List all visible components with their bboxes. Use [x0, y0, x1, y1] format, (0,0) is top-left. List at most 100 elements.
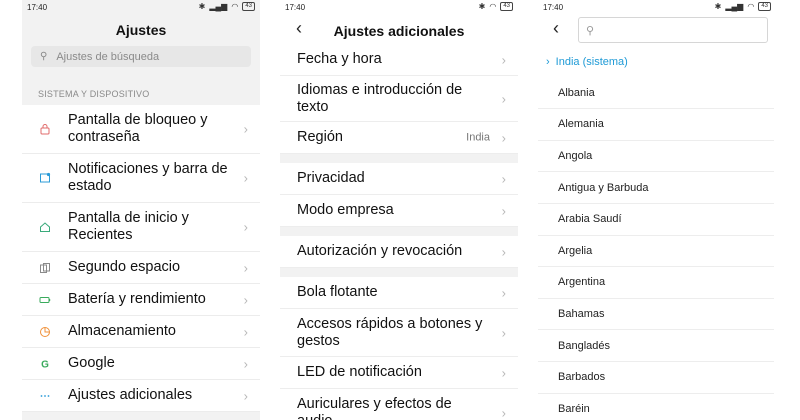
signal-icon: ▂▄▆ [725, 2, 744, 11]
settings-item[interactable]: Pantalla de bloqueo y contraseña › [22, 105, 260, 154]
country-label: Albania [558, 86, 595, 99]
country-label: Alemania [558, 118, 604, 131]
status-time: 17:40 [543, 3, 564, 12]
country-item[interactable]: Bahamas [538, 299, 774, 331]
additional-settings-item-label: LED de notificación [297, 364, 422, 380]
chevron-right-icon: › [501, 171, 506, 186]
additional-settings-item[interactable]: Bola flotante › [280, 277, 518, 309]
page-title: Ajustes [115, 22, 167, 38]
country-label: Angola [558, 150, 593, 163]
chevron-right-icon: › [501, 325, 506, 340]
chevron-right-icon: › [501, 130, 506, 145]
chevron-right-icon: › [501, 365, 506, 380]
additional-settings-item[interactable]: Privacidad › [280, 163, 518, 195]
chevron-right-icon: › [243, 292, 248, 307]
search-icon: ⚲ [40, 51, 48, 62]
additional-settings-list: Fecha y hora › Idiomas e introducción de t… [280, 44, 518, 420]
additional-settings-item-label: Idiomas e introducción de texto [297, 81, 463, 115]
divider [22, 67, 260, 79]
search-icon: ⚲ [586, 24, 595, 37]
country-label: Arabia Saudí [558, 213, 622, 226]
storage-icon [39, 326, 51, 338]
country-item[interactable]: Argelia [538, 236, 774, 268]
battery-icon: 43 [500, 2, 513, 11]
settings-item-label: Segundo espacio [68, 259, 181, 275]
group-divider [280, 154, 518, 163]
country-item[interactable]: Alemania [538, 109, 774, 141]
lock-icon [39, 123, 51, 135]
region-screen: 17:40 ✱ ▂▄▆ ◠ 43 ‹ ⚲ › India (sistema) A… [538, 0, 776, 420]
additional-settings-item-label: Fecha y hora [297, 51, 382, 67]
settings-item-label: Almacenamiento [68, 323, 176, 339]
country-item[interactable]: Bangladés [538, 330, 774, 362]
settings-item[interactable]: Pantalla de inicio y Recientes › [22, 203, 260, 252]
country-item[interactable]: Argentina [538, 267, 774, 299]
search-input[interactable]: ⚲ Ajustes de búsqueda [31, 46, 251, 67]
selected-region[interactable]: › India (sistema) [538, 46, 774, 78]
battery-icon: 43 [758, 2, 771, 11]
settings-item-label: Pantalla de bloqueo y contraseña [68, 112, 208, 145]
selected-region-label: India (sistema) [555, 55, 628, 68]
settings-list: Pantalla de bloqueo y contraseña › Notific… [22, 105, 260, 412]
chevron-right-icon: › [501, 91, 506, 106]
chevron-right-icon: › [243, 356, 248, 371]
country-item[interactable]: Antigua y Barbuda [538, 172, 774, 204]
country-item[interactable]: Albania [538, 78, 774, 110]
additional-settings-item-label: Región [297, 129, 343, 145]
country-item[interactable]: Angola [538, 141, 774, 173]
additional-settings-item-label: Auriculares y efectos de audio [297, 395, 452, 420]
additional-settings-item-label: Accesos rápidos a botones y gestos [297, 315, 483, 349]
settings-item[interactable]: Almacenamiento › [22, 316, 260, 348]
bluetooth-icon: ✱ [478, 2, 486, 11]
additional-settings-item[interactable]: Accesos rápidos a botones y gestos › [280, 309, 518, 357]
settings-item[interactable]: G Google › [22, 348, 260, 380]
additional-settings-item-label: Autorización y revocación [297, 243, 463, 259]
more-icon [39, 390, 51, 402]
signal-icon: ▂▄▆ [209, 2, 228, 11]
chevron-right-icon: › [501, 244, 506, 259]
search-input[interactable]: ⚲ [578, 17, 768, 43]
additional-settings-item[interactable]: Región India › [280, 122, 518, 154]
chevron-right-icon: › [546, 55, 550, 68]
chevron-right-icon: › [501, 52, 506, 67]
settings-item[interactable]: Ajustes adicionales › [22, 380, 260, 412]
additional-settings-item[interactable]: Auriculares y efectos de audio › [280, 389, 518, 420]
chevron-right-icon: › [243, 260, 248, 275]
back-icon[interactable]: ‹ [553, 18, 559, 39]
settings-item-label: Ajustes adicionales [68, 387, 193, 403]
region-value: India [466, 131, 490, 143]
settings-item[interactable]: Notificaciones y barra de estado › [22, 154, 260, 203]
country-item[interactable]: Barbados [538, 362, 774, 394]
second-space-icon [39, 262, 51, 274]
wifi-icon: ◠ [231, 2, 239, 11]
chevron-right-icon: › [501, 405, 506, 420]
status-time: 17:40 [27, 3, 48, 12]
status-icons: ✱ ◠ 43 [479, 2, 513, 11]
header: ‹ ⚲ [538, 16, 776, 46]
chevron-right-icon: › [243, 388, 248, 403]
additional-settings-item-label: Bola flotante [297, 284, 378, 300]
chevron-right-icon: › [501, 203, 506, 218]
additional-settings-item[interactable]: Autorización y revocación › [280, 236, 518, 268]
chevron-right-icon: › [243, 324, 248, 339]
additional-settings-item[interactable]: LED de notificación › [280, 357, 518, 389]
bluetooth-icon: ✱ [198, 2, 206, 11]
settings-item-label: Batería y rendimiento [68, 291, 206, 307]
back-icon[interactable]: ‹ [296, 18, 302, 39]
status-bar: 17:40 ✱ ◠ 43 [280, 0, 518, 16]
additional-settings-item[interactable]: Idiomas e introducción de texto › [280, 76, 518, 122]
group-divider [280, 268, 518, 277]
country-item[interactable]: Arabia Saudí [538, 204, 774, 236]
home-icon [39, 221, 51, 233]
additional-settings-item[interactable]: Fecha y hora › [280, 44, 518, 76]
settings-item[interactable]: Segundo espacio › [22, 252, 260, 284]
status-icons: ✱ ▂▄▆ ◠ 43 [715, 2, 771, 11]
additional-settings-item[interactable]: Modo empresa › [280, 195, 518, 227]
country-label: Bahamas [558, 308, 605, 321]
country-item[interactable]: Baréin [538, 394, 774, 420]
settings-item[interactable]: Batería y rendimiento › [22, 284, 260, 316]
search-placeholder: Ajustes de búsqueda [56, 50, 160, 63]
country-label: Baréin [558, 402, 590, 415]
country-label: Argentina [558, 276, 606, 289]
additional-settings-item-label: Privacidad [297, 170, 365, 186]
